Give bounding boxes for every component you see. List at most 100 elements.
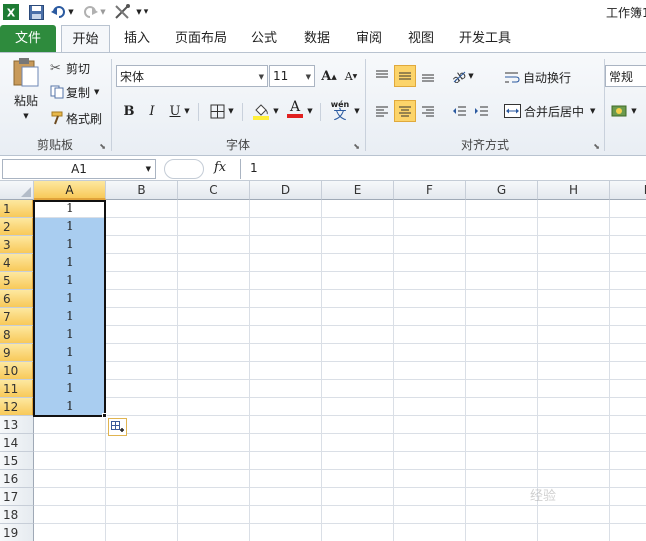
shrink-font-button[interactable]: A ▼ bbox=[340, 65, 362, 87]
fill-handle[interactable] bbox=[102, 413, 107, 418]
cell-a12[interactable]: 1 bbox=[34, 398, 106, 416]
excel-logo-icon[interactable]: X bbox=[2, 3, 20, 21]
phonetic-dropdown-icon[interactable]: ▼ bbox=[352, 100, 362, 122]
align-left-button[interactable] bbox=[371, 100, 393, 122]
row-header-1[interactable]: 1 bbox=[0, 200, 34, 218]
undo-dropdown-icon[interactable]: ▼ bbox=[67, 3, 75, 21]
grow-font-button[interactable]: A ▲ bbox=[318, 65, 340, 87]
number-format-select[interactable]: 常规 bbox=[605, 65, 646, 87]
accounting-format-button[interactable] bbox=[609, 100, 631, 122]
font-name-select[interactable]: 宋体 ▼ bbox=[116, 65, 268, 87]
row-header-10[interactable]: 10 bbox=[0, 362, 34, 380]
row-header-16[interactable]: 16 bbox=[0, 470, 34, 488]
format-painter-button[interactable]: 格式刷 bbox=[50, 109, 102, 127]
cell-a3[interactable]: 1 bbox=[34, 236, 106, 254]
bold-button[interactable]: B bbox=[118, 100, 140, 122]
tab-page-layout[interactable]: 页面布局 bbox=[168, 25, 234, 52]
row-header-17[interactable]: 17 bbox=[0, 488, 34, 506]
copy-button[interactable]: 复制 ▼ bbox=[50, 83, 99, 101]
column-header-c[interactable]: C bbox=[178, 181, 250, 200]
row-header-15[interactable]: 15 bbox=[0, 452, 34, 470]
tab-home[interactable]: 开始 bbox=[61, 25, 110, 52]
clipboard-launcher-icon[interactable]: ⬊ bbox=[99, 142, 106, 151]
font-size-select[interactable]: 11 ▼ bbox=[269, 65, 315, 87]
cell-a7[interactable]: 1 bbox=[34, 308, 106, 326]
row-header-18[interactable]: 18 bbox=[0, 506, 34, 524]
merge-center-button[interactable]: 合并后居中 ▼ bbox=[504, 101, 595, 121]
wrap-text-button[interactable]: 自动换行 bbox=[504, 67, 571, 87]
undo-icon[interactable] bbox=[50, 3, 66, 21]
column-header-b[interactable]: B bbox=[106, 181, 178, 200]
row-header-5[interactable]: 5 bbox=[0, 272, 34, 290]
font-launcher-icon[interactable]: ⬊ bbox=[353, 142, 360, 151]
row-header-3[interactable]: 3 bbox=[0, 236, 34, 254]
cell-a6[interactable]: 1 bbox=[34, 290, 106, 308]
alignment-launcher-icon[interactable]: ⬊ bbox=[593, 142, 600, 151]
tab-formulas[interactable]: 公式 bbox=[243, 25, 285, 52]
row-header-6[interactable]: 6 bbox=[0, 290, 34, 308]
customize-icon[interactable]: ▾ bbox=[141, 3, 151, 21]
cell-a4[interactable]: 1 bbox=[34, 254, 106, 272]
align-right-button[interactable] bbox=[417, 100, 439, 122]
tools-icon[interactable] bbox=[113, 3, 133, 21]
row-header-9[interactable]: 9 bbox=[0, 344, 34, 362]
paste-button[interactable]: 粘贴 ▼ bbox=[6, 57, 46, 127]
align-center-button[interactable] bbox=[394, 100, 416, 122]
row-header-4[interactable]: 4 bbox=[0, 254, 34, 272]
cell-a11[interactable]: 1 bbox=[34, 380, 106, 398]
tab-data[interactable]: 数据 bbox=[296, 25, 338, 52]
column-header-d[interactable]: D bbox=[250, 181, 322, 200]
row-header-7[interactable]: 7 bbox=[0, 308, 34, 326]
align-bottom-button[interactable] bbox=[417, 65, 439, 87]
cell-a10[interactable]: 1 bbox=[34, 362, 106, 380]
formula-input[interactable]: 1 bbox=[240, 159, 646, 179]
italic-button[interactable]: I bbox=[141, 100, 163, 122]
name-box-dropdown-icon[interactable]: ▼ bbox=[146, 160, 151, 178]
column-header-g[interactable]: G bbox=[466, 181, 538, 200]
row-header-12[interactable]: 12 bbox=[0, 398, 34, 416]
insert-function-button[interactable]: fx bbox=[214, 160, 226, 175]
phonetic-guide-button[interactable]: wén 文 bbox=[326, 97, 354, 123]
tab-insert[interactable]: 插入 bbox=[116, 25, 158, 52]
column-header-e[interactable]: E bbox=[322, 181, 394, 200]
row-header-14[interactable]: 14 bbox=[0, 434, 34, 452]
tab-file[interactable]: 文件 bbox=[0, 25, 56, 52]
align-top-button[interactable] bbox=[371, 65, 393, 87]
redo-icon[interactable] bbox=[82, 3, 98, 21]
row-header-2[interactable]: 2 bbox=[0, 218, 34, 236]
orientation-dropdown-icon[interactable]: ▼ bbox=[466, 65, 476, 87]
row-header-13[interactable]: 13 bbox=[0, 416, 34, 434]
merge-dropdown-icon[interactable]: ▼ bbox=[590, 107, 595, 115]
underline-dropdown-icon[interactable]: ▼ bbox=[182, 100, 192, 122]
decrease-indent-button[interactable] bbox=[448, 100, 470, 122]
column-header-a[interactable]: A bbox=[34, 181, 106, 200]
fill-color-button[interactable] bbox=[250, 100, 272, 122]
row-header-11[interactable]: 11 bbox=[0, 380, 34, 398]
cell-a2[interactable]: 1 bbox=[34, 218, 106, 236]
cell-a5[interactable]: 1 bbox=[34, 272, 106, 290]
column-header-i[interactable]: I bbox=[610, 181, 646, 200]
column-header-f[interactable]: F bbox=[394, 181, 466, 200]
tab-developer[interactable]: 开发工具 bbox=[452, 25, 518, 52]
tab-review[interactable]: 审阅 bbox=[348, 25, 390, 52]
column-header-h[interactable]: H bbox=[538, 181, 610, 200]
cell-a8[interactable]: 1 bbox=[34, 326, 106, 344]
font-color-dropdown-icon[interactable]: ▼ bbox=[305, 100, 315, 122]
align-middle-button[interactable] bbox=[394, 65, 416, 87]
select-all-corner[interactable] bbox=[0, 181, 34, 200]
redo-dropdown-icon[interactable]: ▼ bbox=[99, 3, 107, 21]
cell-a9[interactable]: 1 bbox=[34, 344, 106, 362]
row-header-8[interactable]: 8 bbox=[0, 326, 34, 344]
save-icon[interactable] bbox=[27, 3, 45, 21]
fill-color-dropdown-icon[interactable]: ▼ bbox=[271, 100, 281, 122]
cell-a1[interactable]: 1 bbox=[34, 200, 106, 218]
borders-dropdown-icon[interactable]: ▼ bbox=[226, 100, 236, 122]
row-header-19[interactable]: 19 bbox=[0, 524, 34, 541]
increase-indent-button[interactable] bbox=[470, 100, 492, 122]
tab-view[interactable]: 视图 bbox=[400, 25, 442, 52]
borders-button[interactable] bbox=[206, 100, 228, 122]
font-color-button[interactable]: A bbox=[284, 98, 306, 120]
name-box[interactable]: A1 ▼ bbox=[2, 159, 156, 179]
accounting-dropdown-icon[interactable]: ▼ bbox=[629, 100, 639, 122]
auto-fill-options-button[interactable] bbox=[108, 418, 127, 436]
